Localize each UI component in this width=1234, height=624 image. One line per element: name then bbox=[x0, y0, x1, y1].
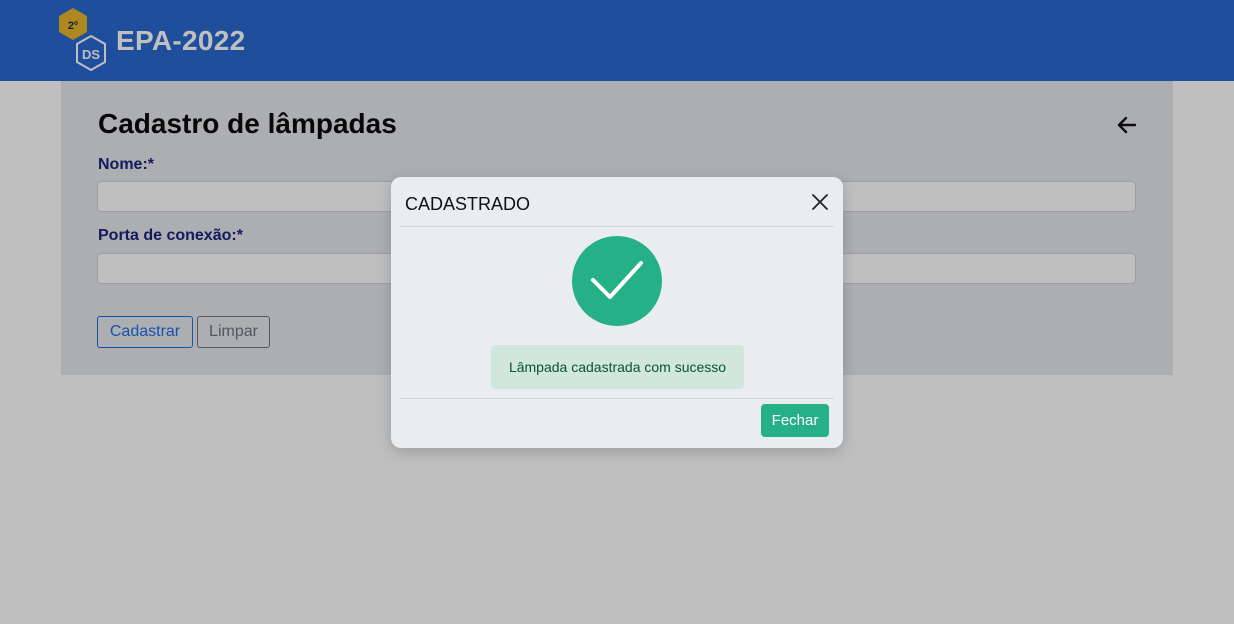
modal-header-divider bbox=[400, 226, 834, 227]
modal-title: CADASTRADO bbox=[405, 194, 531, 214]
checkmark-icon bbox=[572, 236, 662, 326]
modal-footer-divider bbox=[400, 398, 834, 399]
close-icon[interactable] bbox=[810, 192, 830, 212]
success-modal: CADASTRADO Lâmpada cadastrada com sucess… bbox=[391, 177, 843, 448]
close-modal-button[interactable]: Fechar bbox=[761, 404, 829, 437]
success-alert: Lâmpada cadastrada com sucesso bbox=[491, 345, 744, 389]
